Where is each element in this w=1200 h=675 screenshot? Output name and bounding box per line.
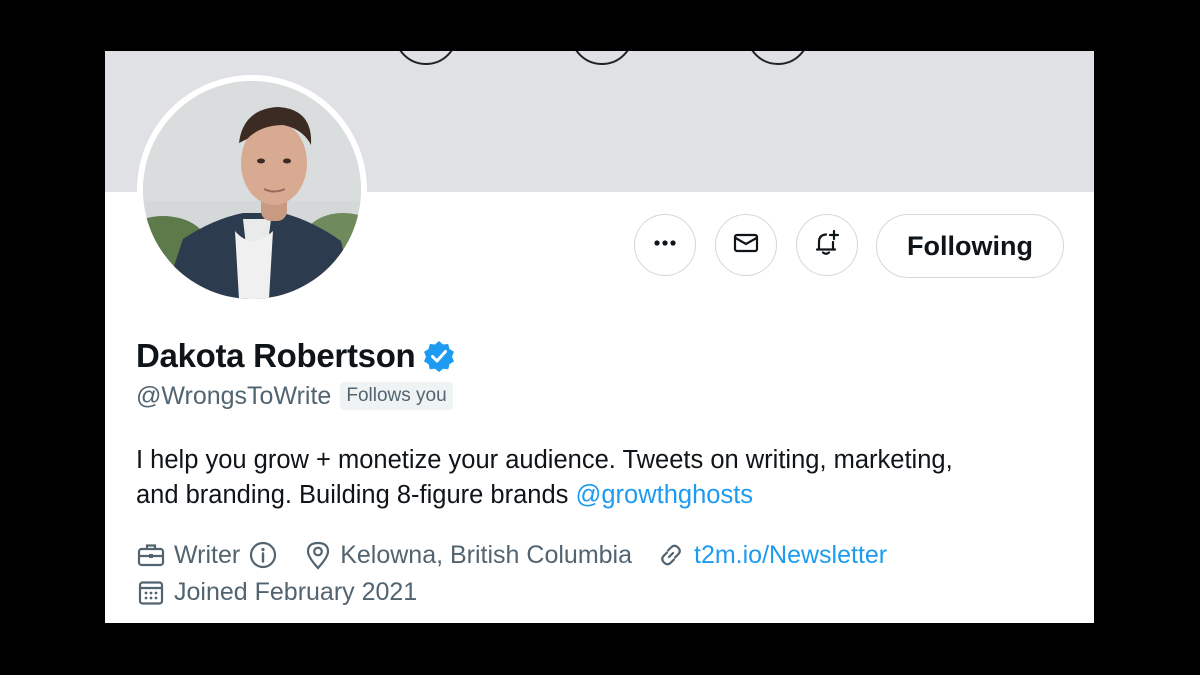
bio-line: and branding. Building 8-figure brands @… (136, 478, 1066, 513)
notifications-button[interactable] (796, 214, 858, 276)
profile-bio: I help you grow + monetize your audience… (136, 443, 1066, 513)
more-button[interactable] (634, 214, 696, 276)
message-button[interactable] (715, 214, 777, 276)
joined-row: Joined February 2021 (136, 574, 417, 610)
profile-actions: Following (105, 214, 1094, 280)
bio-line: I help you grow + monetize your audience… (136, 446, 953, 474)
joined-item: Joined February 2021 (136, 577, 417, 607)
envelope-icon (732, 229, 760, 262)
profession-item: Writer (136, 540, 286, 570)
joined-label: Joined February 2021 (174, 577, 418, 606)
banner-decoration (394, 51, 458, 65)
website-link[interactable]: t2m.io/Newsletter (694, 541, 887, 570)
bio-text: and branding. Building 8-figure brands (136, 481, 576, 509)
website-item: t2m.io/Newsletter (656, 540, 887, 570)
display-name: Dakota Robertson (136, 337, 416, 374)
bell-plus-icon (812, 228, 842, 263)
location-label: Kelowna, British Columbia (340, 540, 632, 569)
handle-row: @WrongsToWrite Follows you (136, 379, 453, 413)
more-horizontal-icon (652, 230, 678, 261)
verified-badge-icon[interactable] (422, 339, 456, 373)
banner-decoration (746, 51, 810, 65)
briefcase-icon (136, 540, 166, 570)
name-row: Dakota Robertson (136, 334, 456, 378)
profile-card: Following Dakota Robertson @WrongsToWrit… (105, 51, 1094, 623)
location-pin-icon (304, 540, 332, 570)
following-button[interactable]: Following (876, 214, 1064, 278)
link-icon (656, 540, 686, 570)
follows-you-badge: Follows you (340, 382, 453, 410)
profile-meta-row: Writer Kelowna, British Columbia t2m.io/… (136, 537, 887, 573)
banner-decoration (570, 51, 634, 65)
user-handle: @WrongsToWrite (136, 381, 332, 410)
info-icon[interactable] (248, 540, 278, 570)
profession-label: Writer (174, 540, 241, 569)
location-item: Kelowna, British Columbia (304, 540, 632, 570)
calendar-icon (136, 577, 166, 607)
mention-link[interactable]: @growthghosts (575, 481, 753, 509)
